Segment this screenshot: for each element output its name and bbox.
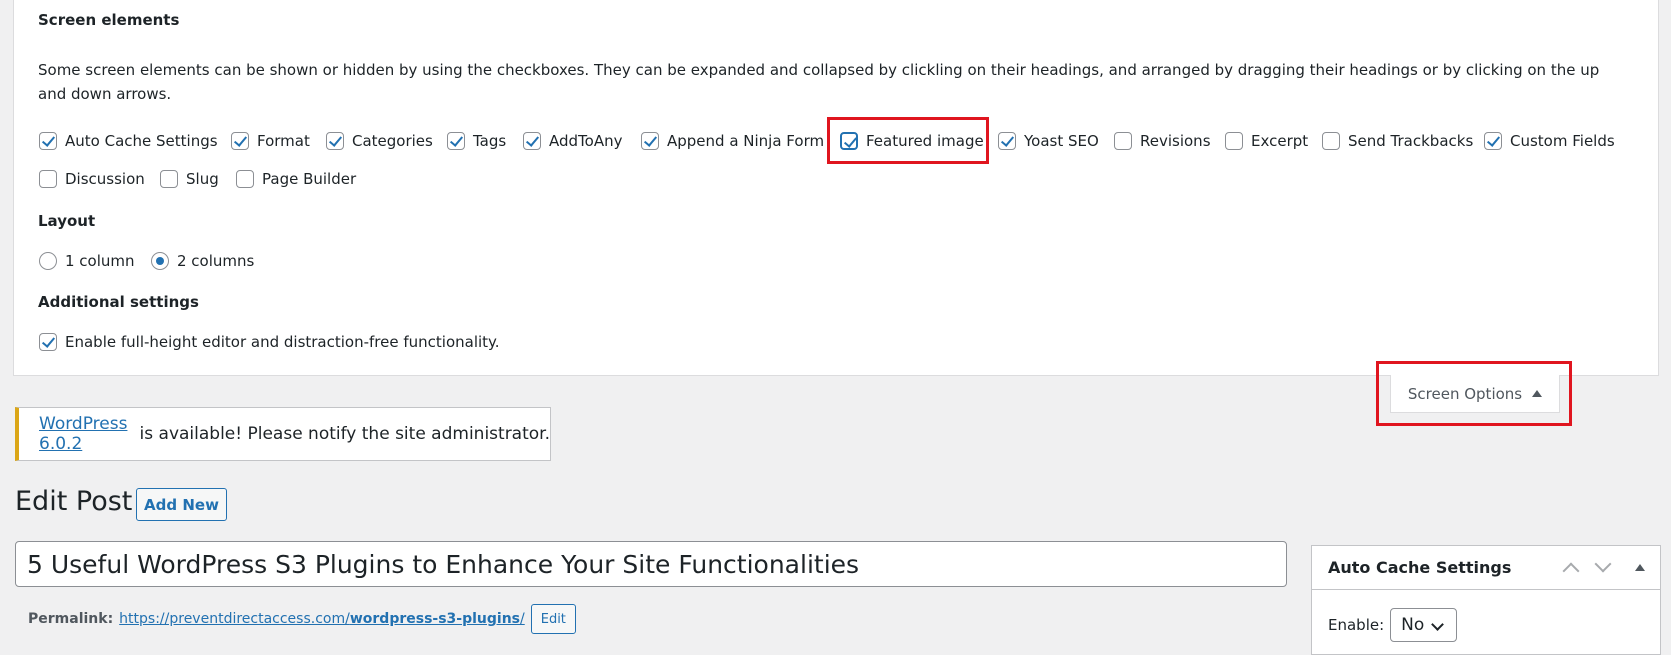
- checkbox-box[interactable]: [1225, 132, 1243, 150]
- page-title: Edit Post: [15, 486, 133, 517]
- radio-1-column[interactable]: 1 column: [39, 252, 135, 270]
- permalink-base: https://preventdirectaccess.com/: [119, 611, 350, 627]
- checkbox-revisions[interactable]: Revisions: [1114, 132, 1211, 150]
- checkbox-label: Categories: [352, 132, 433, 150]
- checkbox-box[interactable]: [998, 132, 1016, 150]
- checkbox-box[interactable]: [1114, 132, 1132, 150]
- checkbox-tags[interactable]: Tags: [447, 132, 506, 150]
- checkbox-excerpt[interactable]: Excerpt: [1225, 132, 1308, 150]
- checkbox-append-ninja-form[interactable]: Append a Ninja Form: [641, 132, 824, 150]
- checkbox-label: AddToAny: [549, 132, 623, 150]
- checkbox-auto-cache-settings[interactable]: Auto Cache Settings: [39, 132, 218, 150]
- checkbox-format[interactable]: Format: [231, 132, 310, 150]
- checkbox-box[interactable]: [160, 170, 178, 188]
- radio-label: 1 column: [65, 252, 135, 270]
- box-header[interactable]: Auto Cache Settings: [1312, 546, 1660, 590]
- permalink-edit-button[interactable]: Edit: [530, 604, 576, 634]
- checkbox-label: Custom Fields: [1510, 132, 1615, 150]
- radio-label: 2 columns: [177, 252, 255, 270]
- checkbox-label: Append a Ninja Form: [667, 132, 825, 150]
- permalink-row: Permalink: https://preventdirectaccess.c…: [28, 604, 576, 634]
- checkbox-slug[interactable]: Slug: [160, 170, 219, 188]
- checkbox-box[interactable]: [641, 132, 659, 150]
- box-title: Auto Cache Settings: [1328, 558, 1512, 577]
- checkbox-label: Excerpt: [1251, 132, 1309, 150]
- screen-elements-description: Some screen elements can be shown or hid…: [38, 61, 1600, 103]
- permalink-slug: wordpress-s3-plugins: [349, 611, 521, 627]
- enable-select[interactable]: No: [1390, 608, 1458, 642]
- checkbox-custom-fields[interactable]: Custom Fields: [1484, 132, 1615, 150]
- additional-settings-heading: Additional settings: [38, 293, 199, 311]
- radio-2-columns[interactable]: 2 columns: [151, 252, 254, 270]
- checkbox-label: Format: [257, 132, 310, 150]
- auto-cache-settings-box: Auto Cache Settings Enable: No: [1311, 545, 1661, 655]
- checkbox-discussion[interactable]: Discussion: [39, 170, 145, 188]
- checkbox-box[interactable]: [1322, 132, 1340, 150]
- checkbox-label: Discussion: [65, 170, 145, 188]
- radio-button[interactable]: [151, 252, 169, 270]
- update-notice: WordPress 6.0.2 is available! Please not…: [15, 407, 551, 461]
- checkbox-page-builder[interactable]: Page Builder: [236, 170, 356, 188]
- checkbox-box[interactable]: [326, 132, 344, 150]
- post-title-input[interactable]: 5 Useful WordPress S3 Plugins to Enhance…: [15, 541, 1287, 587]
- collapse-toggle-icon[interactable]: [1635, 564, 1645, 571]
- enable-select-value: No: [1401, 615, 1425, 635]
- checkbox-label: Tags: [473, 132, 507, 150]
- radio-button[interactable]: [39, 252, 57, 270]
- layout-heading: Layout: [38, 212, 96, 230]
- enable-row: Enable: No: [1328, 608, 1458, 642]
- screen-options-panel: Screen elements Some screen elements can…: [13, 0, 1659, 376]
- checkbox-label: Yoast SEO: [1024, 132, 1099, 150]
- wordpress-version-link[interactable]: WordPress 6.0.2: [39, 414, 134, 454]
- permalink-tail: /: [520, 611, 525, 627]
- checkbox-box[interactable]: [1484, 132, 1502, 150]
- checkbox-box[interactable]: [39, 333, 57, 351]
- checkbox-box[interactable]: [523, 132, 541, 150]
- checkbox-label: Enable full-height editor and distractio…: [65, 333, 500, 351]
- enable-label: Enable:: [1328, 616, 1385, 634]
- chevron-down-icon: [1431, 618, 1445, 631]
- notice-text: is available! Please notify the site adm…: [134, 424, 550, 444]
- checkbox-yoast-seo[interactable]: Yoast SEO: [998, 132, 1099, 150]
- checkbox-label: Page Builder: [262, 170, 357, 188]
- move-up-icon[interactable]: [1562, 562, 1580, 580]
- checkbox-full-height-editor[interactable]: Enable full-height editor and distractio…: [39, 333, 500, 351]
- featured-image-highlight: [827, 117, 989, 164]
- permalink-link[interactable]: https://preventdirectaccess.com/wordpres…: [119, 611, 525, 627]
- checkbox-send-trackbacks[interactable]: Send Trackbacks: [1322, 132, 1473, 150]
- screen-elements-heading: Screen elements: [38, 11, 180, 29]
- add-new-button[interactable]: Add New: [136, 488, 227, 521]
- checkbox-box[interactable]: [39, 170, 57, 188]
- checkbox-label: Auto Cache Settings: [65, 132, 218, 150]
- checkbox-box[interactable]: [39, 132, 57, 150]
- screen-options-highlight: [1376, 361, 1572, 426]
- checkbox-categories[interactable]: Categories: [326, 132, 433, 150]
- checkbox-box[interactable]: [236, 170, 254, 188]
- checkbox-box[interactable]: [231, 132, 249, 150]
- checkbox-box[interactable]: [447, 132, 465, 150]
- checkbox-label: Slug: [186, 170, 219, 188]
- permalink-label: Permalink:: [28, 611, 114, 627]
- checkbox-label: Send Trackbacks: [1348, 132, 1474, 150]
- checkbox-label: Revisions: [1140, 132, 1211, 150]
- move-down-icon[interactable]: [1594, 555, 1612, 573]
- checkbox-addtoany[interactable]: AddToAny: [523, 132, 622, 150]
